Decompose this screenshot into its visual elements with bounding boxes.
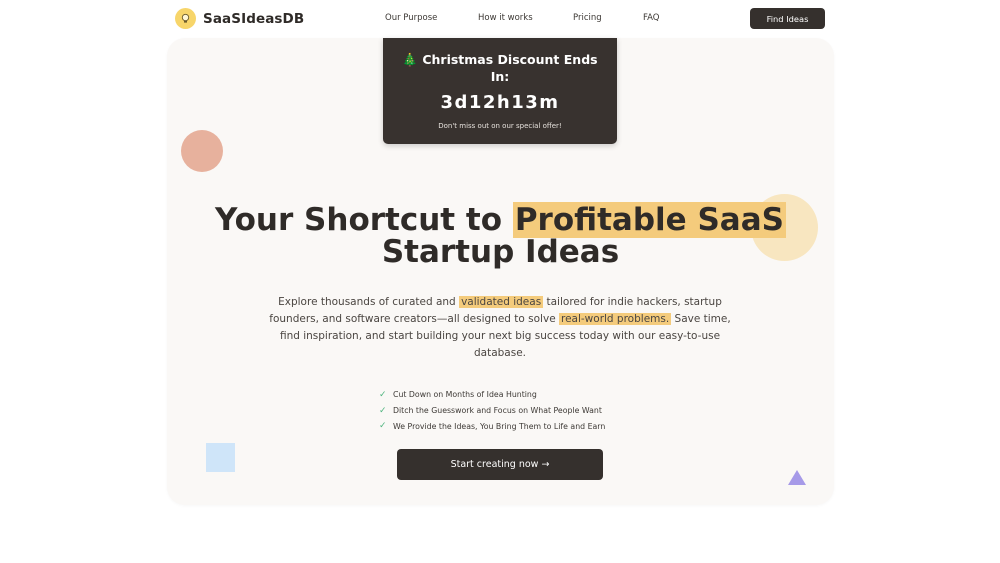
desc-text-1: Explore thousands of curated and	[278, 296, 460, 308]
headline-pre: Your Shortcut to	[215, 202, 513, 238]
desc-highlight-validated: validated ideas	[459, 296, 544, 308]
check-icon: ✓	[379, 389, 387, 400]
headline-post: Startup Ideas	[381, 234, 620, 270]
benefit-list: ✓ Cut Down on Months of Idea Hunting ✓ D…	[379, 387, 679, 434]
start-creating-button[interactable]: Start creating now →	[397, 449, 603, 480]
discount-banner: 🎄 Christmas Discount Ends In: 3d12h13m D…	[383, 38, 617, 144]
list-item: ✓ We Provide the Ideas, You Bring Them t…	[379, 418, 679, 434]
desc-highlight-real-world: real-world problems.	[559, 313, 672, 325]
discount-note: Don't miss out on our special offer!	[438, 122, 562, 130]
nav-link-our-purpose[interactable]: Our Purpose	[385, 13, 437, 23]
benefit-text: We Provide the Ideas, You Bring Them to …	[393, 421, 606, 431]
check-icon: ✓	[379, 421, 387, 432]
lightbulb-icon	[175, 8, 196, 29]
find-ideas-button[interactable]: Find Ideas	[750, 8, 825, 29]
nav-link-faq[interactable]: FAQ	[643, 13, 659, 23]
benefit-text: Cut Down on Months of Idea Hunting	[393, 390, 537, 400]
decorative-triangle	[788, 470, 806, 485]
hero-description: Explore thousands of curated and validat…	[268, 294, 732, 362]
page-title: Your Shortcut to Profitable SaaS Startup…	[167, 202, 834, 270]
brand-name: SaaSIdeasDB	[203, 10, 305, 27]
discount-title: 🎄 Christmas Discount Ends In:	[402, 52, 598, 84]
decorative-circle-coral	[181, 130, 223, 172]
nav-link-pricing[interactable]: Pricing	[573, 13, 602, 23]
nav-link-how-it-works[interactable]: How it works	[478, 13, 533, 23]
list-item: ✓ Cut Down on Months of Idea Hunting	[379, 387, 679, 403]
top-nav: SaaSIdeasDB Our Purpose How it works Pri…	[0, 0, 1000, 38]
brand[interactable]: SaaSIdeasDB	[175, 8, 304, 29]
countdown-timer: 3d12h13m	[440, 92, 560, 113]
headline-highlight: Profitable SaaS	[512, 202, 786, 238]
decorative-square-blue	[206, 443, 235, 472]
benefit-text: Ditch the Guesswork and Focus on What Pe…	[393, 406, 602, 416]
list-item: ✓ Ditch the Guesswork and Focus on What …	[379, 403, 679, 419]
check-icon: ✓	[379, 405, 387, 416]
